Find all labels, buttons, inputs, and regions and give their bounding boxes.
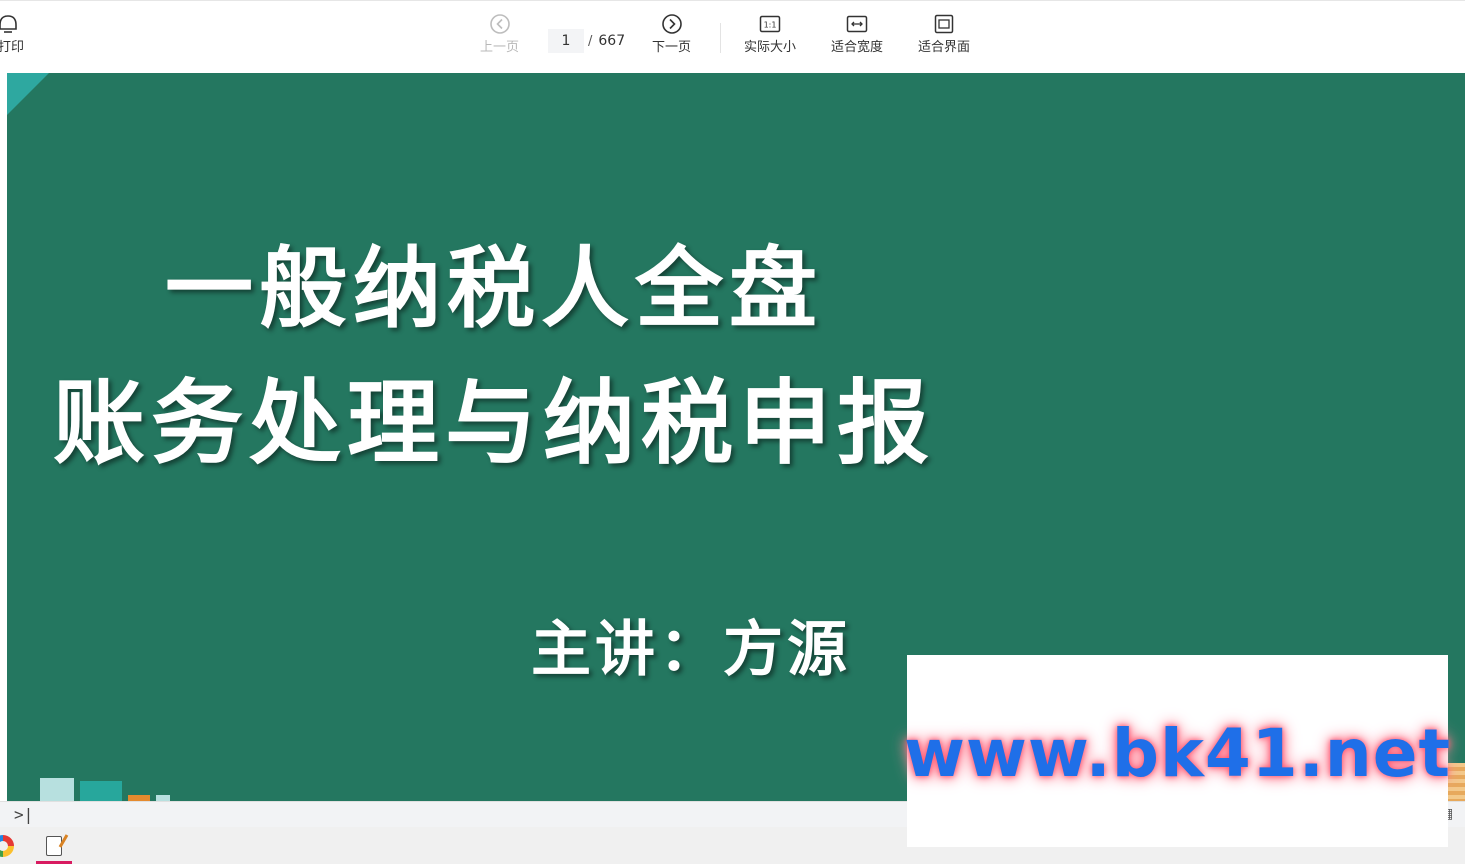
page-separator: / xyxy=(588,33,593,49)
fit-page-label: 适合界面 xyxy=(918,40,971,55)
actual-size-label: 实际大小 xyxy=(744,40,797,55)
watermark-text: www.bk41.net xyxy=(903,714,1452,792)
page-number-input[interactable] xyxy=(548,29,584,53)
actual-size-glyph: 1:1 xyxy=(764,21,777,30)
prev-page-button[interactable]: 上一页 xyxy=(480,13,519,56)
document-viewer: 打印 上一页 / 667 下一页 1:1 xyxy=(0,0,1465,864)
notepad-icon xyxy=(46,836,62,856)
fit-page-icon xyxy=(934,14,954,34)
next-page-label: 下一页 xyxy=(652,40,692,55)
chevron-left-circle-icon xyxy=(489,14,510,34)
print-icon xyxy=(0,15,17,33)
fit-page-button[interactable]: 适合界面 xyxy=(918,13,970,56)
viewer-toolbar: 打印 上一页 / 667 下一页 1:1 xyxy=(0,0,1465,73)
actual-size-icon: 1:1 xyxy=(759,15,781,33)
taskbar-notepad-item[interactable] xyxy=(36,831,72,864)
fit-width-button[interactable]: 适合宽度 xyxy=(831,13,883,56)
slide-presenter: 主讲：方源 xyxy=(531,615,851,685)
corner-decoration xyxy=(7,73,49,115)
prev-page-label: 上一页 xyxy=(480,40,520,55)
print-button[interactable]: 打印 xyxy=(0,13,24,56)
toolbar-divider xyxy=(720,23,721,53)
page-indicator: / 667 xyxy=(548,29,632,53)
slide-title-line2: 账务处理与纳税申报 xyxy=(53,370,936,477)
actual-size-button[interactable]: 1:1 实际大小 xyxy=(744,13,796,56)
watermark-overlay: www.bk41.net xyxy=(903,655,1452,847)
decoration-block xyxy=(80,781,122,801)
fit-width-label: 适合宽度 xyxy=(831,40,884,55)
page-total: 667 xyxy=(598,33,626,49)
next-page-button[interactable]: 下一页 xyxy=(652,13,691,56)
chevron-right-circle-icon xyxy=(661,14,682,34)
print-label: 打印 xyxy=(0,40,25,55)
slide-title-line1: 一般纳税人全盘 xyxy=(165,237,824,340)
expand-sidebar-button[interactable]: >| xyxy=(14,806,34,824)
fit-width-icon xyxy=(846,15,868,33)
browser-icon[interactable] xyxy=(0,835,14,857)
decoration-block xyxy=(40,778,74,801)
